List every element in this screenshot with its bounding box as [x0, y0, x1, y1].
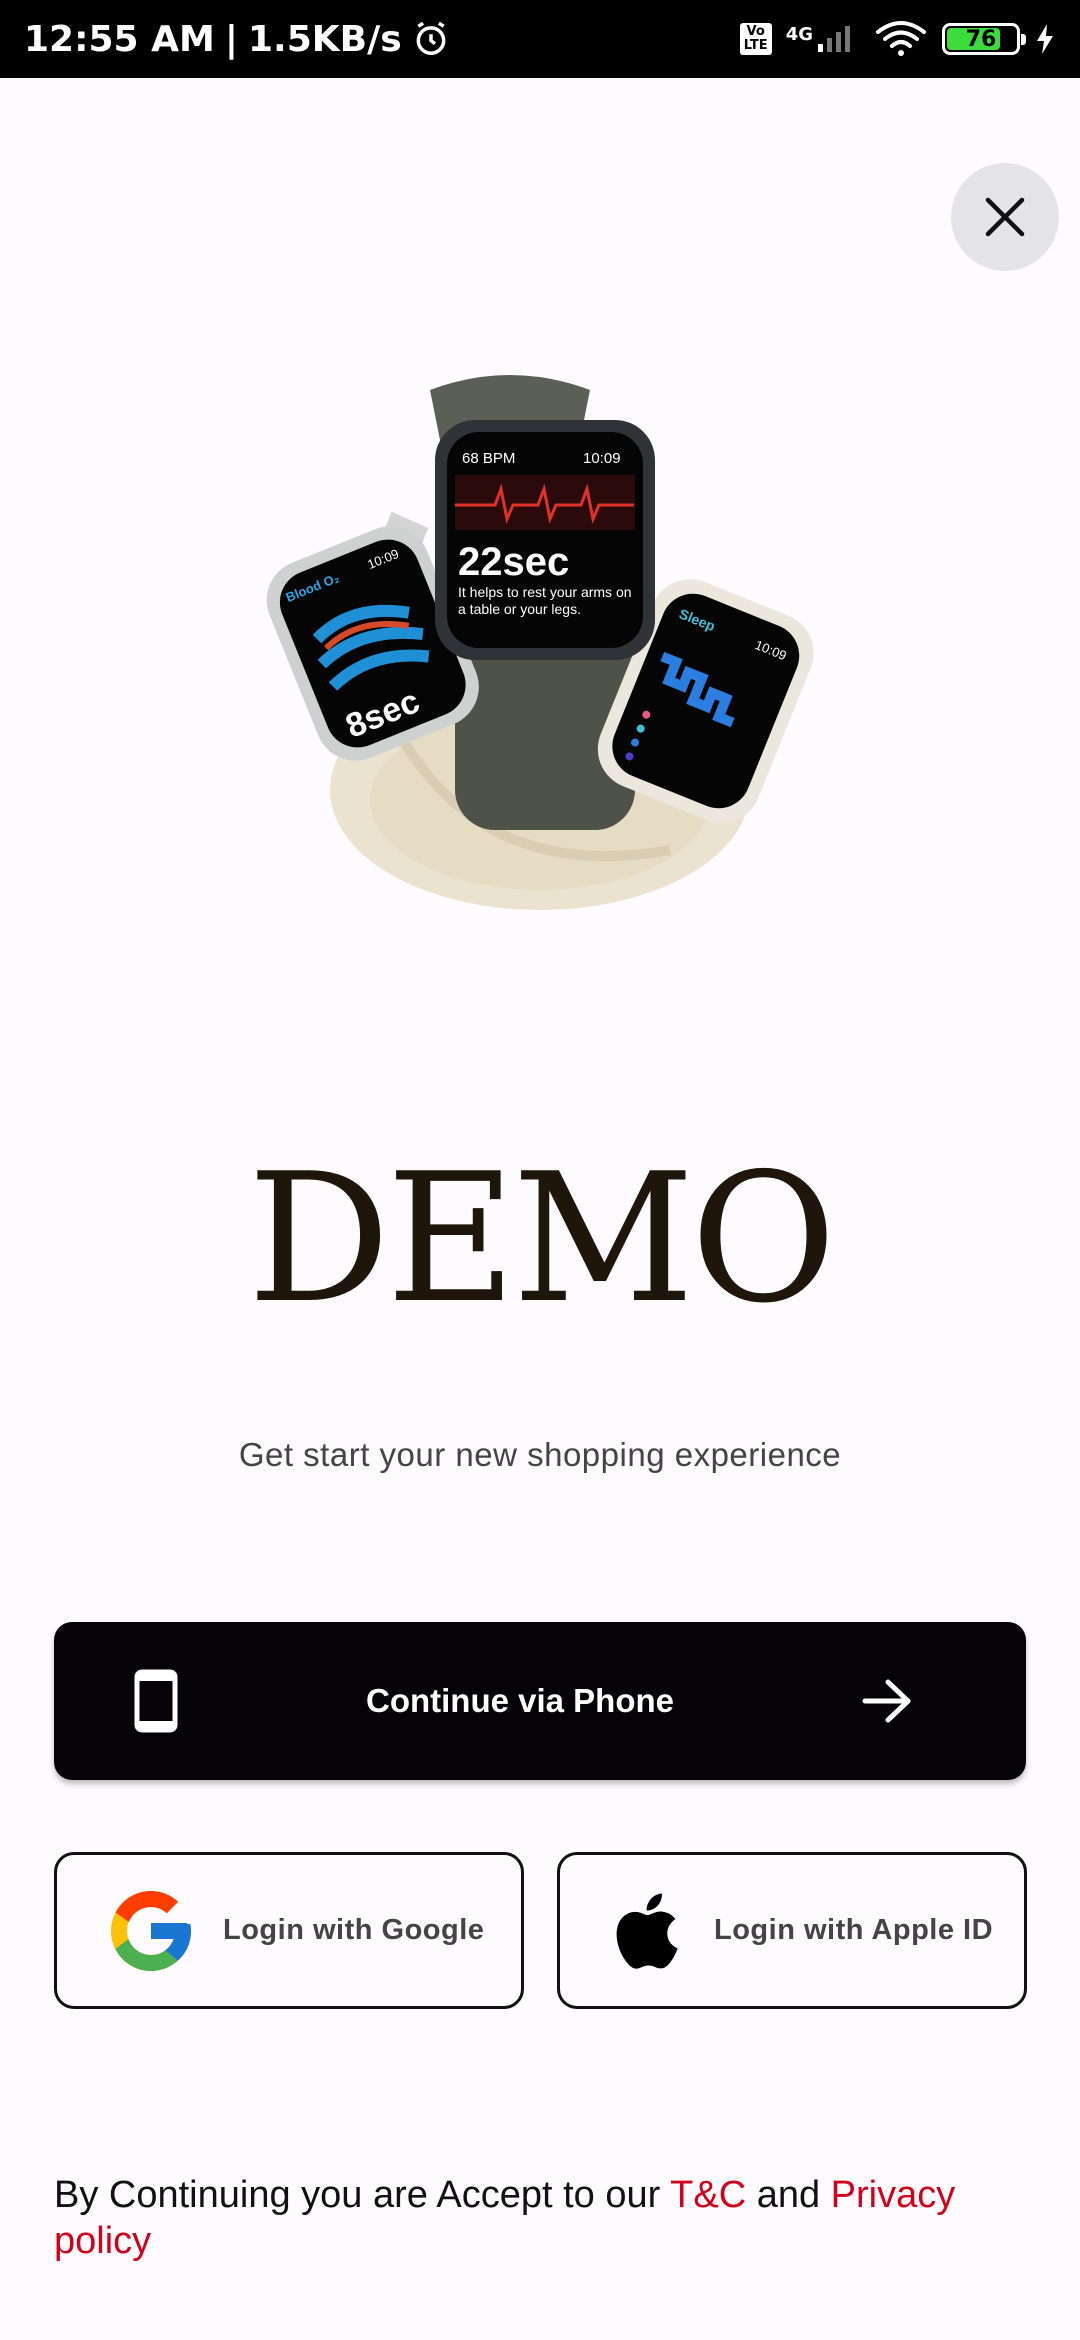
- brand-logo: DEMO: [247, 1135, 837, 1342]
- login-google-button[interactable]: Login with Google: [54, 1852, 524, 2009]
- continue-phone-button[interactable]: Continue via Phone: [54, 1622, 1026, 1780]
- charging-icon: [1034, 22, 1056, 56]
- continue-phone-label: Continue via Phone: [365, 1682, 675, 1719]
- tagline: Get start your new shopping experience: [238, 1436, 842, 1473]
- status-bar: 12:55 AM | 1.5KB/s Vo LTE 4G 76: [0, 0, 1080, 78]
- status-left: 12:55 AM | 1.5KB/s: [24, 19, 450, 60]
- volte-icon: Vo LTE: [739, 23, 772, 55]
- status-separator: |: [224, 18, 238, 60]
- close-icon: [985, 197, 1025, 237]
- alarm-icon: [412, 20, 450, 58]
- terms-middle: and: [746, 2174, 831, 2216]
- center-watch-time: 10:09: [583, 450, 621, 467]
- network-type: 4G: [785, 24, 813, 45]
- status-speed: 1.5KB/s: [247, 18, 402, 60]
- status-right: Vo LTE 4G 76: [739, 20, 1056, 58]
- tc-link[interactable]: T&C: [670, 2174, 746, 2216]
- apple-logo-icon: [616, 1892, 678, 1969]
- center-watch-caption: It helps to rest your arms on a table or…: [458, 584, 632, 617]
- terms-prefix: By Continuing you are Accept to our: [54, 2174, 671, 2216]
- terms-notice: By Continuing you are Accept to our T&C …: [54, 2172, 1034, 2264]
- close-button[interactable]: [951, 163, 1059, 271]
- login-apple-label: Login with Apple ID: [714, 1914, 994, 1946]
- battery-level: 76: [965, 26, 997, 52]
- login-google-label: Login with Google: [223, 1914, 485, 1946]
- wifi-icon: [874, 20, 928, 58]
- status-time: 12:55 AM: [24, 18, 215, 60]
- phone-icon: [134, 1669, 178, 1733]
- center-watch-value: 22sec: [458, 540, 569, 584]
- signal-icon: 4G: [786, 24, 860, 54]
- google-logo-icon: [111, 1890, 191, 1971]
- login-apple-button[interactable]: Login with Apple ID: [557, 1852, 1027, 2009]
- battery-icon: 76: [942, 23, 1026, 55]
- hero-watch-image: Blood O₂ 10:09 8sec Sleep 10:09 68 BPM 1…: [250, 370, 830, 970]
- bpm-text: 68 BPM: [462, 450, 515, 467]
- arrow-right-icon: [862, 1679, 911, 1723]
